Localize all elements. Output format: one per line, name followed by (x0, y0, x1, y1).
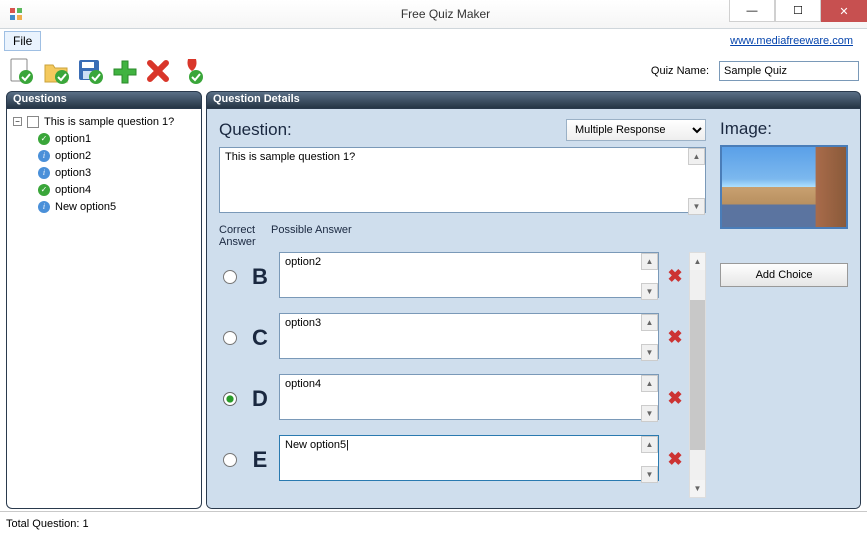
question-type-select[interactable]: Multiple Response (566, 119, 706, 141)
quiz-name-input[interactable] (719, 61, 859, 81)
correct-answer-radio[interactable] (223, 331, 237, 345)
scroll-down-icon[interactable]: ▼ (641, 283, 658, 300)
answer-scrollbar[interactable]: ▲▼ (641, 253, 658, 300)
answer-scrollbar[interactable]: ▲▼ (641, 314, 658, 361)
answer-text-input[interactable]: option2 (279, 252, 659, 298)
answer-text-input[interactable]: New option5| (279, 435, 659, 481)
window-maximize-button[interactable]: ☐ (775, 0, 821, 22)
question-image-thumbnail[interactable] (720, 145, 848, 229)
answer-letter: D (247, 386, 273, 412)
answer-letter: C (247, 325, 273, 351)
answer-letter: B (247, 264, 273, 290)
question-text-scrollbar[interactable]: ▲ ▼ (688, 148, 705, 215)
save-button[interactable] (76, 57, 104, 85)
scroll-down-icon[interactable]: ▼ (641, 466, 658, 483)
delete-answer-button[interactable]: ✖ (665, 266, 685, 287)
info-icon: i (37, 149, 51, 163)
add-choice-button[interactable]: Add Choice (720, 263, 848, 287)
scroll-up-icon[interactable]: ▲ (641, 253, 658, 270)
scroll-up-icon[interactable]: ▲ (641, 436, 658, 453)
question-text-input[interactable]: This is sample question 1? (219, 147, 706, 213)
scrollbar-thumb[interactable] (690, 300, 705, 450)
tree-child-label: option2 (55, 150, 91, 162)
correct-answer-header: Correct Answer (219, 224, 271, 248)
menu-file[interactable]: File (4, 31, 41, 51)
info-icon: i (37, 200, 51, 214)
questions-panel-header: Questions (6, 91, 202, 109)
scroll-down-icon[interactable]: ▼ (690, 480, 705, 497)
info-icon: i (37, 166, 51, 180)
tree-child-label: option1 (55, 133, 91, 145)
menu-bar: File www.mediafreeware.com (0, 29, 867, 53)
scroll-up-icon[interactable]: ▲ (690, 253, 705, 270)
question-label: Question: (219, 120, 292, 140)
answer-scrollbar[interactable]: ▲▼ (641, 375, 658, 422)
tree-child-node[interactable]: ✓ option4 (11, 181, 197, 198)
tree-root-label: This is sample question 1? (44, 116, 174, 128)
answers-scrollbar[interactable]: ▲ ▼ (689, 252, 706, 498)
tree-child-label: New option5 (55, 201, 116, 213)
tree-root-node[interactable]: − This is sample question 1? (11, 113, 197, 130)
scroll-down-icon[interactable]: ▼ (641, 344, 658, 361)
question-doc-icon (26, 115, 40, 129)
question-details-panel: Question Details Question: Multiple Resp… (206, 91, 861, 509)
new-doc-button[interactable] (8, 57, 36, 85)
tree-child-node[interactable]: i option2 (11, 147, 197, 164)
image-label: Image: (720, 119, 848, 139)
correct-answer-radio[interactable] (223, 453, 237, 467)
scroll-down-icon[interactable]: ▼ (688, 198, 705, 215)
answer-row: Coption3▲▼✖ (219, 313, 685, 362)
answer-letter: E (247, 447, 273, 473)
correct-answer-radio[interactable] (223, 270, 237, 284)
tree-child-label: option3 (55, 167, 91, 179)
window-titlebar: Free Quiz Maker — ☐ ✕ (0, 0, 867, 29)
check-icon: ✓ (37, 183, 51, 197)
tree-child-node[interactable]: ✓ option1 (11, 130, 197, 147)
tree-child-node[interactable]: i option3 (11, 164, 197, 181)
possible-answer-header: Possible Answer (271, 224, 352, 248)
quiz-name-label: Quiz Name: (651, 65, 709, 77)
window-minimize-button[interactable]: — (729, 0, 775, 22)
vendor-link[interactable]: www.mediafreeware.com (730, 35, 853, 47)
tree-child-label: option4 (55, 184, 91, 196)
total-question-label: Total Question: (6, 518, 79, 530)
tree-collapse-icon[interactable]: − (13, 117, 22, 126)
scroll-down-icon[interactable]: ▼ (641, 405, 658, 422)
toolbar: Quiz Name: (0, 53, 867, 89)
window-close-button[interactable]: ✕ (821, 0, 867, 22)
check-icon: ✓ (37, 132, 51, 146)
answer-scrollbar[interactable]: ▲▼ (641, 436, 658, 483)
answer-row: Boption2▲▼✖ (219, 252, 685, 301)
scroll-up-icon[interactable]: ▲ (641, 314, 658, 331)
delete-button[interactable] (144, 57, 172, 85)
answer-row: ENew option5|▲▼✖ (219, 435, 685, 484)
details-panel-header: Question Details (206, 91, 861, 109)
tree-child-node[interactable]: i New option5 (11, 198, 197, 215)
scroll-up-icon[interactable]: ▲ (688, 148, 705, 165)
answer-text-input[interactable]: option3 (279, 313, 659, 359)
questions-tree[interactable]: − This is sample question 1? ✓option1iop… (7, 109, 201, 219)
delete-answer-button[interactable]: ✖ (665, 449, 685, 470)
app-icon (8, 6, 24, 22)
answer-row: Doption4▲▼✖ (219, 374, 685, 423)
award-button[interactable] (178, 57, 206, 85)
scroll-up-icon[interactable]: ▲ (641, 375, 658, 392)
status-bar: Total Question: 1 (0, 511, 867, 535)
questions-panel: Questions − This is sample question 1? ✓… (6, 91, 202, 509)
open-folder-button[interactable] (42, 57, 70, 85)
delete-answer-button[interactable]: ✖ (665, 327, 685, 348)
delete-answer-button[interactable]: ✖ (665, 388, 685, 409)
answer-text-input[interactable]: option4 (279, 374, 659, 420)
correct-answer-radio[interactable] (223, 392, 237, 406)
total-question-value: 1 (82, 518, 88, 530)
add-button[interactable] (110, 57, 138, 85)
